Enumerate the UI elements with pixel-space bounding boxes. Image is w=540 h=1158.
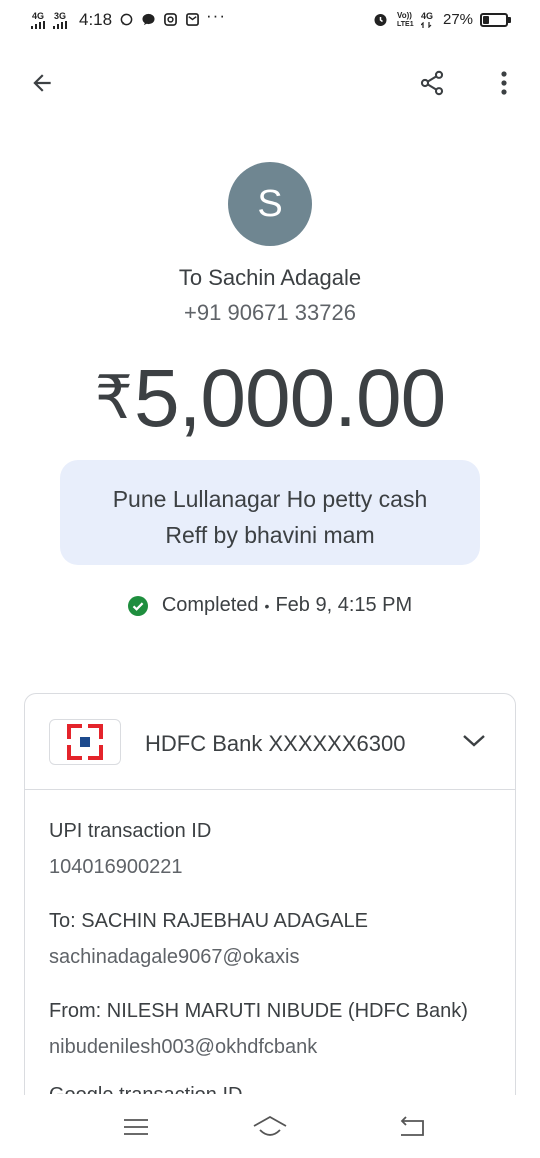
- bank-account-name: HDFC Bank XXXXXX6300: [145, 731, 406, 756]
- status-text: Completed: [161, 594, 259, 616]
- chevron-down-icon[interactable]: [461, 730, 487, 752]
- share-button[interactable]: [412, 63, 452, 103]
- bank-account-row[interactable]: HDFC Bank XXXXXX6300: [25, 694, 515, 790]
- arrow-back-icon: [33, 74, 51, 92]
- menu-icon: [124, 1119, 148, 1135]
- volte-indicator: Vo)): [397, 11, 412, 20]
- battery-icon: [480, 13, 508, 27]
- upi-transaction-id-label: UPI transaction ID: [49, 820, 212, 842]
- hdfc-logo-icon: [65, 722, 105, 762]
- instagram-icon: [164, 13, 177, 26]
- more-vert-icon: [501, 71, 507, 95]
- status-bar: 4G 3G 4:18 ··· Vo)) LTE1 4G 27%: [0, 0, 540, 42]
- data-activity-icon: [421, 22, 432, 28]
- payment-note: Pune Lullanagar Ho petty cash Reff by bh…: [60, 460, 480, 565]
- battery-tip: [508, 17, 511, 23]
- from-upi-id-value[interactable]: nibudenilesh003@okhdfcbank: [49, 1036, 317, 1059]
- network-4g-indicator: 4G: [32, 11, 45, 21]
- to-upi-id-value[interactable]: sachinadagale9067@okaxis: [49, 946, 299, 969]
- share-icon: [420, 70, 444, 96]
- payee-name: To Sachin Adagale: [178, 265, 362, 290]
- google-transaction-id-label: Google transaction ID: [49, 1084, 242, 1094]
- back-nav-button[interactable]: [392, 1107, 432, 1147]
- message-icon: [142, 13, 155, 26]
- check-circle-icon: [127, 595, 148, 616]
- more-notifications-indicator: ···: [206, 6, 226, 25]
- network-4g-indicator: 4G: [421, 11, 434, 21]
- alarm-icon: [374, 14, 387, 26]
- more-options-button[interactable]: [484, 63, 524, 103]
- payee-phone: +91 90671 33726: [184, 300, 356, 325]
- upi-transaction-id-value[interactable]: 104016900221: [49, 856, 182, 879]
- home-icon: [253, 1115, 287, 1136]
- avatar-letter: S: [257, 182, 283, 225]
- transaction-details-card: HDFC Bank XXXXXX6300 UPI transaction ID …: [24, 693, 516, 1113]
- clock: 4:18: [79, 10, 113, 29]
- lte-indicator: LTE1: [397, 21, 414, 28]
- note-line: Pune Lullanagar Ho petty cash: [112, 486, 428, 512]
- amount-value: 5,000.00: [133, 353, 446, 444]
- currency-symbol: ₹: [94, 364, 133, 431]
- whatsapp-icon: [120, 13, 133, 26]
- signal-strength-icon: [53, 21, 67, 29]
- status-datetime: Feb 9, 4:15 PM: [275, 594, 413, 616]
- note-line: Reff by bhavini mam: [165, 522, 375, 548]
- signal-strength-icon: [31, 21, 45, 29]
- system-navigation-bar: [0, 1095, 540, 1158]
- status-separator: •: [264, 597, 270, 614]
- mail-icon: [186, 13, 199, 26]
- payment-status: Completed • Feb 9, 4:15 PM: [0, 594, 540, 617]
- payment-amount: ₹5,000.00: [0, 350, 540, 447]
- to-account-label: To: SACHIN RAJEBHAU ADAGALE: [49, 910, 368, 932]
- back-nav-icon: [400, 1116, 424, 1136]
- hdfc-bank-logo: [49, 719, 121, 765]
- battery-percent: 27%: [443, 11, 474, 28]
- avatar: S: [228, 162, 312, 246]
- from-account-label: From: NILESH MARUTI NIBUDE (HDFC Bank): [49, 1000, 468, 1022]
- network-3g-indicator: 3G: [54, 11, 67, 21]
- back-button[interactable]: [22, 63, 62, 103]
- recent-apps-button[interactable]: [116, 1107, 156, 1147]
- home-button[interactable]: [250, 1107, 290, 1147]
